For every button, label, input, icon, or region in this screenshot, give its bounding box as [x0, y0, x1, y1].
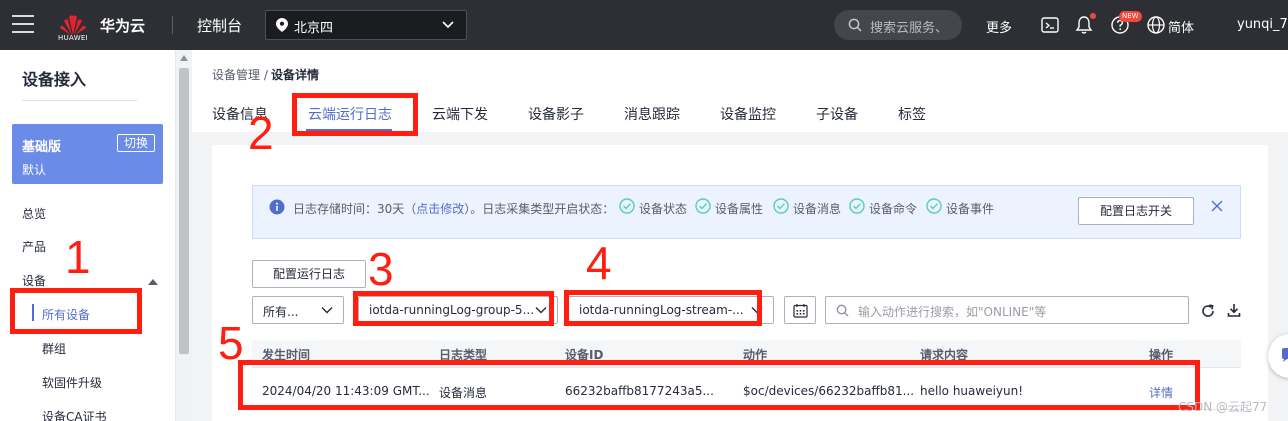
notice-suffix: ）。日志采集类型开启状态： [464, 202, 615, 216]
edition-card: 基础版 切换 默认 [12, 124, 163, 184]
new-badge: NEW [1119, 11, 1142, 22]
edition-instance: 默认 [22, 163, 47, 177]
terminal-icon[interactable] [1040, 15, 1060, 35]
configure-run-log-button[interactable]: 配置运行日志 [252, 260, 366, 288]
chevron-down-icon [321, 307, 333, 314]
region-label: 北京四 [294, 21, 334, 36]
sidebar-item-devices[interactable]: 设备 [22, 272, 46, 289]
logo-text: HUAWEI [58, 34, 89, 42]
check-label-device-event: 设备事件 [946, 202, 995, 216]
tab-tags[interactable]: 标签 [898, 104, 926, 124]
sidebar-item-firmware-upgrade[interactable]: 软固件升级 [42, 374, 102, 391]
region-selector[interactable]: 北京四 [265, 10, 467, 40]
check-label-device-status: 设备状态 [639, 202, 688, 216]
tab-device-monitoring[interactable]: 设备监控 [720, 104, 776, 124]
more-menu[interactable]: 更多 [986, 17, 1012, 36]
search-icon [836, 304, 849, 317]
refresh-icon[interactable] [1201, 304, 1215, 318]
check-label-device-command: 设备命令 [869, 202, 918, 216]
location-pin-icon [276, 18, 288, 32]
language-switch[interactable]: 简体 [1168, 17, 1194, 36]
log-type-select[interactable]: 所有... [252, 296, 344, 324]
notice-text: 日志存储时间：30天（点击修改）。日志采集类型开启状态： [293, 200, 614, 217]
annotation-box-3 [353, 291, 554, 326]
check-circle-icon [619, 198, 635, 214]
sidebar-item-groups[interactable]: 群组 [42, 340, 66, 357]
notice-prefix: 日志存储时间：30天（ [293, 202, 417, 216]
top-navigation-bar: HUAWEI 华为云 控制台 北京四 搜索云服务、 更多 NEW 简体 yunq… [0, 0, 1288, 50]
global-search[interactable]: 搜索云服务、 [834, 10, 962, 40]
annotation-number-2: 2 [248, 107, 274, 159]
sidebar-divider [22, 100, 137, 101]
brand-name[interactable]: 华为云 [100, 15, 145, 36]
log-type-value: 所有... [263, 305, 299, 319]
tab-child-devices[interactable]: 子设备 [816, 104, 858, 124]
topbar-divider [172, 16, 173, 34]
annotation-number-3: 3 [368, 243, 394, 295]
calendar-icon [793, 304, 808, 318]
user-menu[interactable]: yunqi_7 [1237, 17, 1288, 32]
sidebar-item-ca-certificates[interactable]: 设备CA证书 [42, 408, 107, 421]
tab-device-shadow[interactable]: 设备影子 [528, 104, 584, 124]
edition-name: 基础版 [22, 140, 62, 155]
info-icon [269, 199, 285, 215]
edition-switch-button[interactable]: 切换 [117, 134, 155, 152]
date-range-button[interactable] [784, 296, 816, 324]
search-icon [848, 18, 862, 32]
scrollbar-thumb[interactable] [179, 68, 189, 354]
check-label-device-property: 设备属性 [715, 202, 764, 216]
annotation-box-2 [292, 93, 418, 136]
tab-message-trace[interactable]: 消息跟踪 [624, 104, 680, 124]
annotation-box-5 [238, 360, 1200, 410]
close-icon[interactable] [1211, 200, 1223, 212]
annotation-box-4 [564, 290, 762, 326]
breadcrumb-parent[interactable]: 设备管理 / [212, 66, 268, 83]
check-label-device-message: 设备消息 [793, 202, 842, 216]
sidebar-scrollbar[interactable] [176, 50, 192, 421]
annotation-number-4: 4 [586, 237, 612, 289]
sidebar-item-products[interactable]: 产品 [22, 238, 46, 255]
check-circle-icon [773, 198, 789, 214]
chevron-up-icon[interactable] [148, 278, 158, 286]
globe-icon[interactable] [1146, 15, 1166, 35]
menu-icon[interactable] [12, 15, 34, 35]
breadcrumb-current: 设备详情 [271, 68, 320, 82]
annotation-number-5: 5 [218, 317, 244, 369]
notification-dot [1090, 13, 1096, 19]
global-search-placeholder: 搜索云服务、 [870, 21, 949, 36]
annotation-number-1: 1 [65, 231, 91, 283]
action-search-placeholder: 输入动作进行搜索，如"ONLINE"等 [858, 305, 1047, 319]
check-circle-icon [849, 198, 865, 214]
chevron-down-icon [442, 21, 454, 29]
watermark: CSDN @云起77 [1178, 400, 1268, 414]
check-circle-icon [926, 198, 942, 214]
modify-retention-link[interactable]: 点击修改 [416, 202, 464, 216]
annotation-box-1 [10, 288, 142, 334]
sidebar-title: 设备接入 [22, 70, 87, 89]
configure-log-switch-button[interactable]: 配置日志开关 [1078, 197, 1194, 225]
tab-cloud-commands[interactable]: 云端下发 [432, 104, 488, 124]
scroll-up-arrow-icon[interactable] [180, 55, 188, 61]
download-icon[interactable] [1227, 303, 1241, 317]
log-notice-banner: 日志存储时间：30天（点击修改）。日志采集类型开启状态： 设备状态 设备属性 设… [252, 185, 1241, 239]
check-circle-icon [695, 198, 711, 214]
chat-icon [1282, 348, 1288, 362]
action-search-input[interactable]: 输入动作进行搜索，如"ONLINE"等 [825, 296, 1189, 324]
sidebar-item-overview[interactable]: 总览 [22, 205, 46, 222]
console-link[interactable]: 控制台 [197, 15, 242, 36]
